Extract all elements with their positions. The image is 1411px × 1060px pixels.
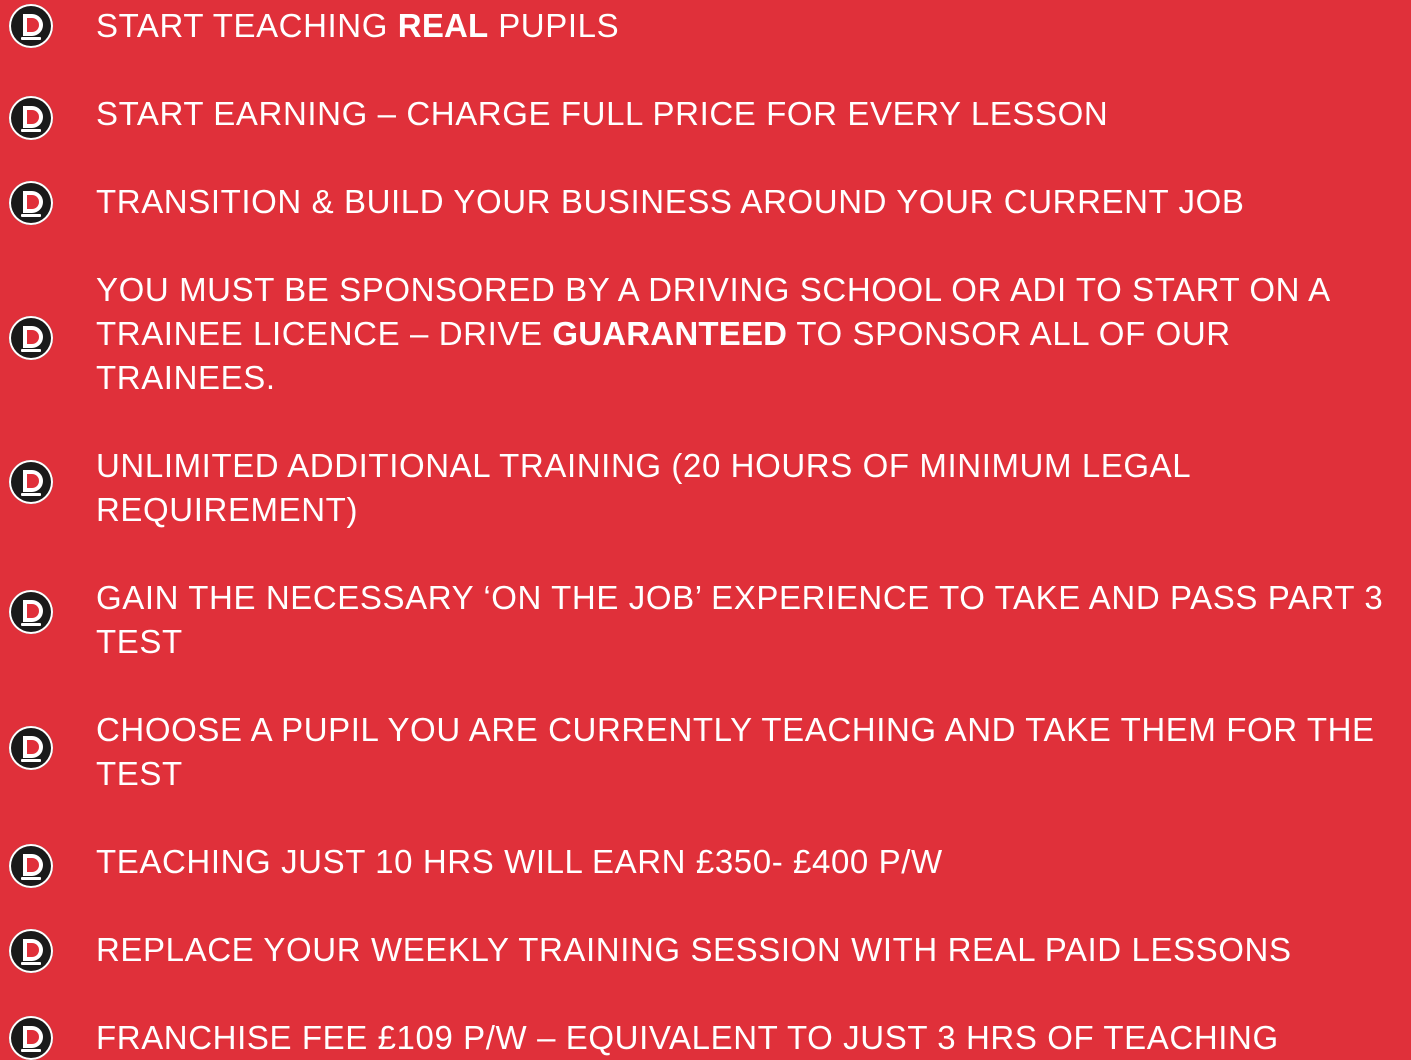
list-item-text: YOU MUST BE SPONSORED BY A DRIVING SCHOO… — [96, 271, 1339, 396]
drive-logo-icon — [9, 96, 53, 140]
list-item-text: CHOOSE A PUPIL YOU ARE CURRENTLY TEACHIN… — [96, 711, 1384, 792]
list-item-text: REPLACE YOUR WEEKLY TRAINING SESSION WIT… — [96, 931, 1292, 968]
drive-logo-icon — [9, 181, 53, 225]
drive-logo-icon — [9, 460, 53, 504]
drive-logo-icon — [9, 316, 53, 360]
benefits-panel: { "badge_text": "DRIVE", "colors": { "ba… — [0, 0, 1411, 1060]
list-item-text: UNLIMITED ADDITIONAL TRAINING (20 HOURS … — [96, 447, 1200, 528]
list-item-text: FRANCHISE FEE £109 P/W – EQUIVALENT TO J… — [96, 1019, 1279, 1056]
list-item-text: START EARNING – CHARGE FULL PRICE FOR EV… — [96, 95, 1109, 132]
list-item-text: TEACHING JUST 10 HRS WILL EARN £350- £40… — [96, 843, 943, 880]
drive-logo-icon — [9, 929, 53, 973]
list-item-text: START TEACHING REAL PUPILS — [96, 7, 620, 44]
drive-logo-icon — [9, 726, 53, 770]
drive-logo-icon — [9, 844, 53, 888]
list-item-text: GAIN THE NECESSARY ‘ON THE JOB’ EXPERIEN… — [96, 579, 1393, 660]
list-item-text: TRANSITION & BUILD YOUR BUSINESS AROUND … — [96, 183, 1245, 220]
drive-logo-icon — [9, 1016, 53, 1060]
drive-logo-icon — [9, 590, 53, 634]
drive-logo-icon — [9, 4, 53, 48]
